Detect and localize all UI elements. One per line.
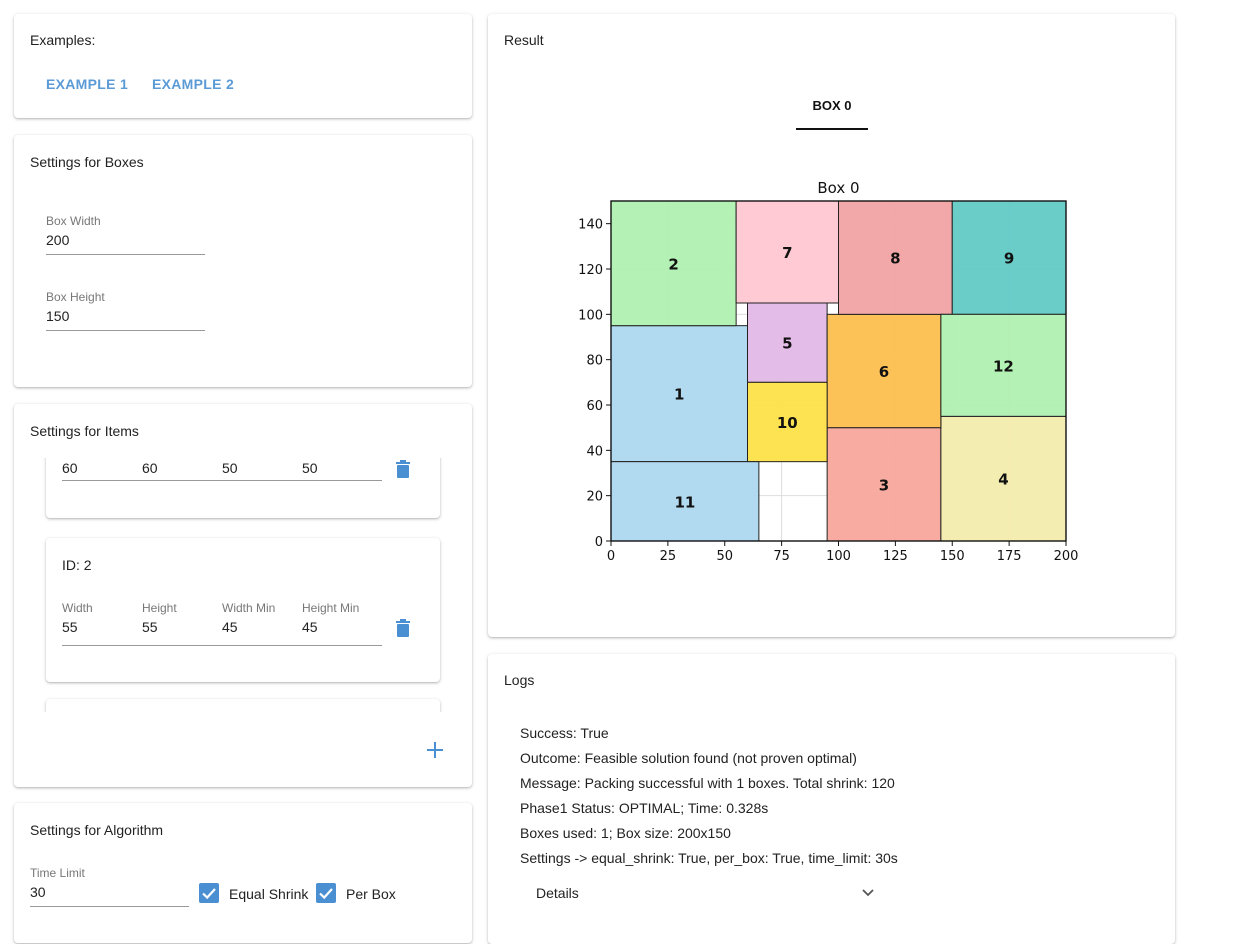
item2-height-min-header: Height Min	[302, 601, 360, 615]
item-label-9: 9	[1004, 250, 1014, 268]
result-card: Result BOX 0 Box 0 1 2 3 4 5 6 7 8 9 10 11 12 0 25 50 75…	[488, 14, 1175, 637]
log-line-outcome: Outcome: Feasible solution found (not pr…	[520, 750, 857, 766]
box-height-field[interactable]: Box Height 150	[46, 290, 205, 331]
x-tick-label: 175	[997, 549, 1022, 564]
y-tick-label: 0	[595, 535, 603, 550]
x-tick-label: 150	[940, 549, 965, 564]
algorithm-settings-card: Settings for Algorithm Time Limit 30 Equ…	[14, 803, 472, 943]
item-label-7: 7	[782, 244, 792, 262]
log-line-phase1: Phase1 Status: OPTIMAL; Time: 0.328s	[520, 800, 769, 816]
x-tick-label: 0	[607, 549, 615, 564]
item-label-3: 3	[879, 476, 889, 494]
check-icon	[319, 888, 333, 900]
x-tick-label: 200	[1054, 549, 1079, 564]
x-tick-label: 25	[660, 549, 677, 564]
y-tick-label: 140	[578, 218, 603, 233]
check-icon	[202, 888, 216, 900]
y-tick-label: 20	[586, 490, 603, 505]
item-label-5: 5	[782, 335, 792, 353]
time-limit-label: Time Limit	[30, 866, 85, 880]
y-tick-label: 120	[578, 263, 603, 278]
item-card-2: ID: 2 Width Height Width Min Height Min …	[46, 538, 440, 682]
items-scroll-list[interactable]: 60 60 50 50 ID: 2 Width Height Width Min…	[14, 458, 472, 712]
item-card-3	[46, 699, 440, 712]
x-tick-label: 75	[773, 549, 790, 564]
time-limit-input[interactable]: 30	[30, 884, 189, 904]
chevron-down-icon	[862, 889, 874, 897]
per-box-checkbox[interactable]	[316, 883, 336, 903]
trash-icon[interactable]	[396, 619, 410, 637]
box-height-label: Box Height	[46, 290, 105, 304]
tab-box-0[interactable]: BOX 0	[796, 98, 868, 130]
item2-id-label: ID: 2	[62, 557, 92, 573]
box-settings-card: Settings for Boxes Box Width 200 Box Hei…	[14, 135, 472, 387]
x-tick-label: 125	[883, 549, 908, 564]
box-width-field[interactable]: Box Width 200	[46, 214, 205, 255]
item-label-1: 1	[674, 386, 684, 404]
box-settings-title: Settings for Boxes	[30, 154, 144, 170]
equal-shrink-checkbox[interactable]	[199, 883, 219, 903]
x-tick-label: 100	[826, 549, 851, 564]
y-tick-label: 100	[578, 308, 603, 323]
item2-width-min-input[interactable]: 45	[222, 619, 238, 635]
item-label-8: 8	[890, 250, 900, 268]
packing-chart: Box 0123 4567 8 91011120 25 50 75 100 125 150 175 2…	[578, 179, 1079, 564]
item-card-1: 60 60 50 50	[46, 458, 440, 518]
x-tick-label: 50	[716, 549, 733, 564]
item-label-2: 2	[668, 255, 678, 273]
plus-icon[interactable]	[427, 742, 443, 758]
item-settings-card: Settings for Items 60 60 50 50 ID: 2 Wid…	[14, 404, 472, 787]
logs-card: Logs Success: True Outcome: Feasible sol…	[488, 654, 1175, 944]
item2-width-min-header: Width Min	[222, 601, 276, 615]
item2-height-input[interactable]: 55	[142, 619, 158, 635]
box-height-input[interactable]: 150	[46, 308, 205, 328]
chart-title: Box 0	[817, 179, 859, 197]
item2-height-header: Height	[142, 601, 177, 615]
box-width-input[interactable]: 200	[46, 232, 205, 252]
per-box-label: Per Box	[346, 886, 396, 902]
logs-title: Logs	[504, 672, 535, 688]
result-title: Result	[504, 32, 544, 48]
item-label-6: 6	[879, 363, 889, 381]
tab-box-0-label: BOX 0	[812, 98, 852, 113]
log-line-boxes: Boxes used: 1; Box size: 200x150	[520, 825, 731, 841]
details-label: Details	[536, 885, 579, 901]
box-width-label: Box Width	[46, 214, 101, 228]
item-label-10: 10	[777, 414, 798, 432]
log-line-settings: Settings -> equal_shrink: True, per_box:…	[520, 850, 898, 866]
algorithm-settings-title: Settings for Algorithm	[30, 822, 164, 838]
item-settings-title: Settings for Items	[30, 423, 139, 439]
item-label-12: 12	[993, 357, 1014, 375]
y-tick-label: 40	[586, 444, 603, 459]
item1-width-min-value[interactable]: 50	[222, 460, 238, 476]
details-expander[interactable]: Details	[520, 878, 880, 906]
item2-width-header: Width	[62, 601, 93, 615]
item1-height-min-value[interactable]: 50	[302, 460, 318, 476]
y-tick-label: 80	[586, 354, 603, 369]
item-label-11: 11	[675, 493, 696, 511]
example-2-button[interactable]: EXAMPLE 2	[152, 76, 234, 92]
trash-icon[interactable]	[396, 460, 410, 478]
item1-width-value[interactable]: 60	[62, 460, 78, 476]
examples-card: Examples: EXAMPLE 1 EXAMPLE 2	[14, 14, 472, 118]
item1-height-value[interactable]: 60	[142, 460, 158, 476]
example-1-button[interactable]: EXAMPLE 1	[46, 76, 128, 92]
item2-width-input[interactable]: 55	[62, 619, 78, 635]
item2-height-min-input[interactable]: 45	[302, 619, 318, 635]
log-line-success: Success: True	[520, 725, 609, 741]
y-tick-label: 60	[586, 399, 603, 414]
time-limit-field[interactable]: Time Limit 30	[30, 866, 189, 907]
log-line-message: Message: Packing successful with 1 boxes…	[520, 775, 895, 791]
examples-title: Examples:	[30, 32, 96, 48]
item-label-4: 4	[998, 471, 1008, 489]
equal-shrink-label: Equal Shrink	[229, 886, 309, 902]
